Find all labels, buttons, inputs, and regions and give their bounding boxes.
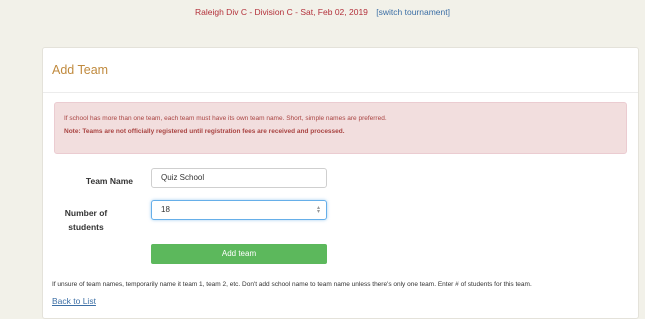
alert-info-text: If school has more than one team, each t… — [64, 115, 387, 122]
team-name-help-text: If unsure of team names, temporarily nam… — [52, 281, 532, 288]
switch-tournament-link[interactable]: [switch tournament] — [376, 7, 450, 17]
panel-title: Add Team — [43, 48, 638, 93]
number-of-students-value: 18 — [161, 205, 170, 214]
stepper-icon[interactable]: ▴ ▾ — [317, 205, 320, 215]
alert-note-text: Note: Teams are not officially registere… — [64, 128, 345, 135]
team-name-label: Team Name — [85, 176, 133, 186]
registration-alert: If school has more than one team, each t… — [54, 102, 627, 154]
back-to-list-link[interactable]: Back to List — [52, 296, 96, 306]
add-team-panel: Add Team If school has more than one tea… — [42, 47, 639, 319]
tournament-title: Raleigh Div C - Division C - Sat, Feb 02… — [195, 7, 368, 17]
add-team-button[interactable]: Add team — [151, 244, 327, 264]
number-of-students-label-line1: Number of — [64, 208, 108, 218]
tournament-header: Raleigh Div C - Division C - Sat, Feb 02… — [0, 0, 645, 34]
number-of-students-label-line2: students — [68, 222, 104, 232]
team-name-input[interactable]: Quiz School — [151, 168, 327, 188]
number-of-students-label: Number of students — [31, 206, 141, 234]
number-of-students-input[interactable]: 18 ▴ ▾ — [151, 200, 327, 220]
